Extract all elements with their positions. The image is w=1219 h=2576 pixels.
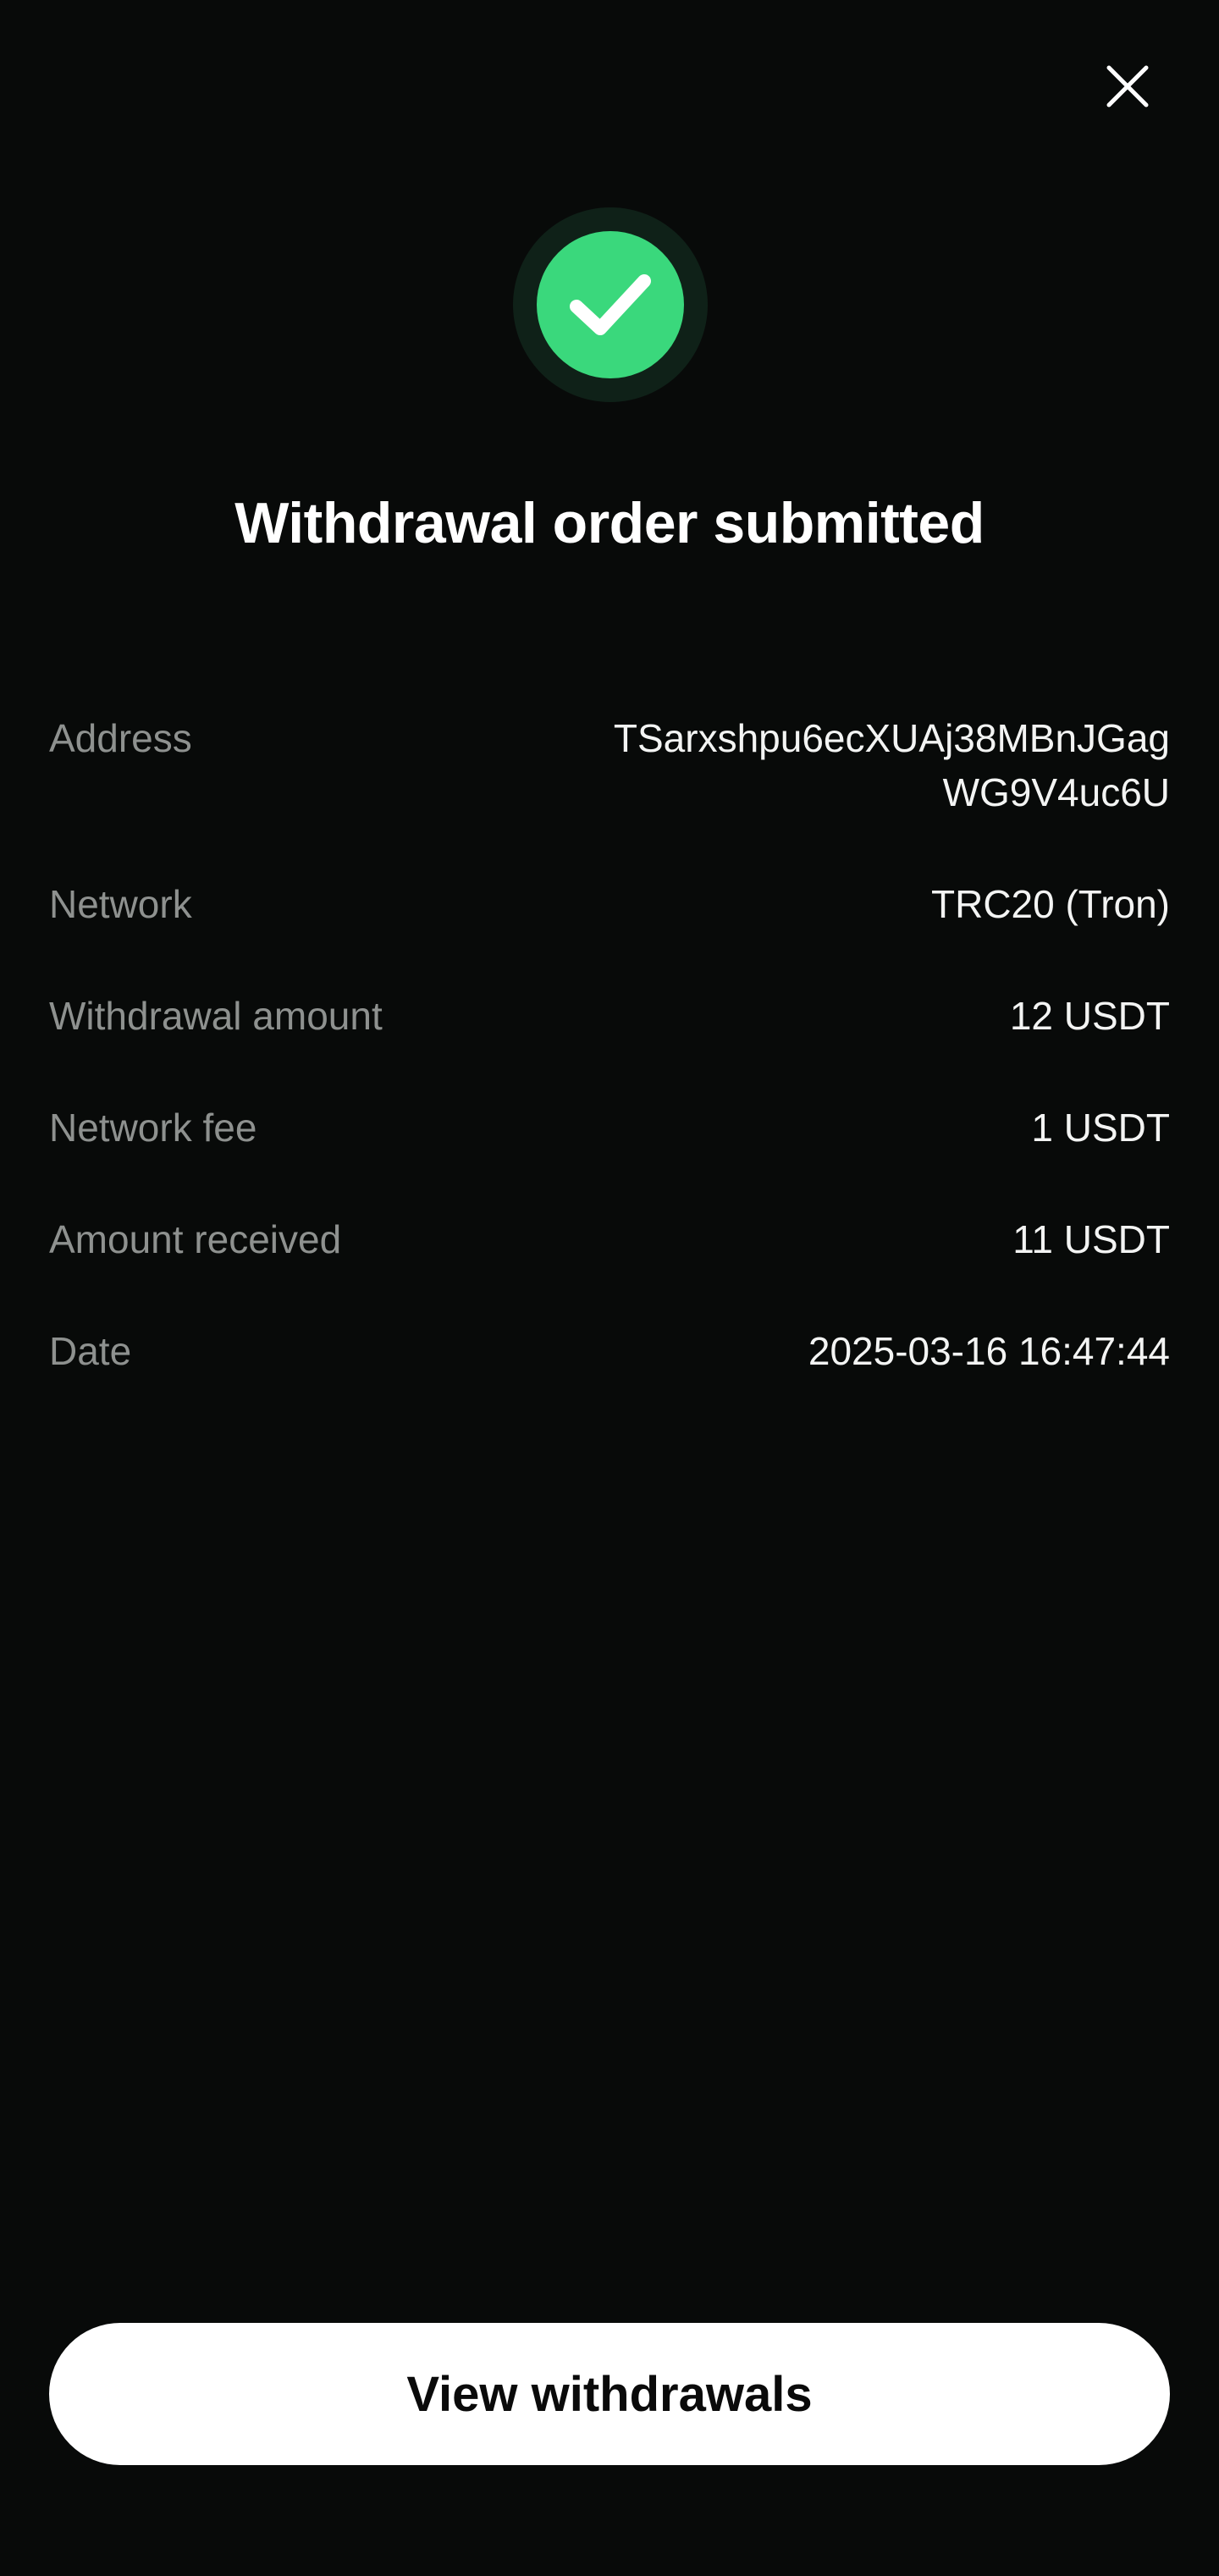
detail-row-withdrawal-amount: Withdrawal amount 12 USDT	[49, 989, 1170, 1043]
date-label: Date	[49, 1329, 132, 1373]
network-value: TRC20 (Tron)	[931, 882, 1170, 926]
network-fee-value: 1 USDT	[1031, 1106, 1170, 1150]
address-label: Address	[49, 716, 192, 760]
withdrawal-details: Address TSarxshpu6ecXUAj38MBnJGag WG9V4u…	[49, 711, 1170, 1436]
detail-row-amount-received: Amount received 11 USDT	[49, 1212, 1170, 1266]
success-badge	[513, 207, 708, 402]
address-value: TSarxshpu6ecXUAj38MBnJGag WG9V4uc6U	[543, 711, 1170, 819]
page-title: Withdrawal order submitted	[234, 491, 985, 555]
close-icon	[1106, 65, 1149, 108]
detail-row-date: Date 2025-03-16 16:47:44	[49, 1324, 1170, 1378]
detail-row-network-fee: Network fee 1 USDT	[49, 1100, 1170, 1155]
success-circle	[537, 231, 684, 378]
close-button[interactable]	[1100, 59, 1155, 113]
detail-row-address: Address TSarxshpu6ecXUAj38MBnJGag WG9V4u…	[49, 711, 1170, 819]
withdrawal-amount-value: 12 USDT	[1009, 994, 1170, 1038]
amount-received-value: 11 USDT	[1012, 1217, 1170, 1261]
detail-row-network: Network TRC20 (Tron)	[49, 877, 1170, 931]
withdrawal-amount-label: Withdrawal amount	[49, 994, 383, 1038]
address-value-line2: WG9V4uc6U	[942, 770, 1170, 814]
address-value-line1: TSarxshpu6ecXUAj38MBnJGag	[613, 716, 1170, 760]
network-label: Network	[49, 882, 192, 926]
amount-received-label: Amount received	[49, 1217, 342, 1261]
date-value: 2025-03-16 16:47:44	[808, 1329, 1170, 1373]
view-withdrawals-button[interactable]: View withdrawals	[49, 2323, 1170, 2465]
network-fee-label: Network fee	[49, 1106, 257, 1150]
check-icon	[570, 274, 651, 335]
